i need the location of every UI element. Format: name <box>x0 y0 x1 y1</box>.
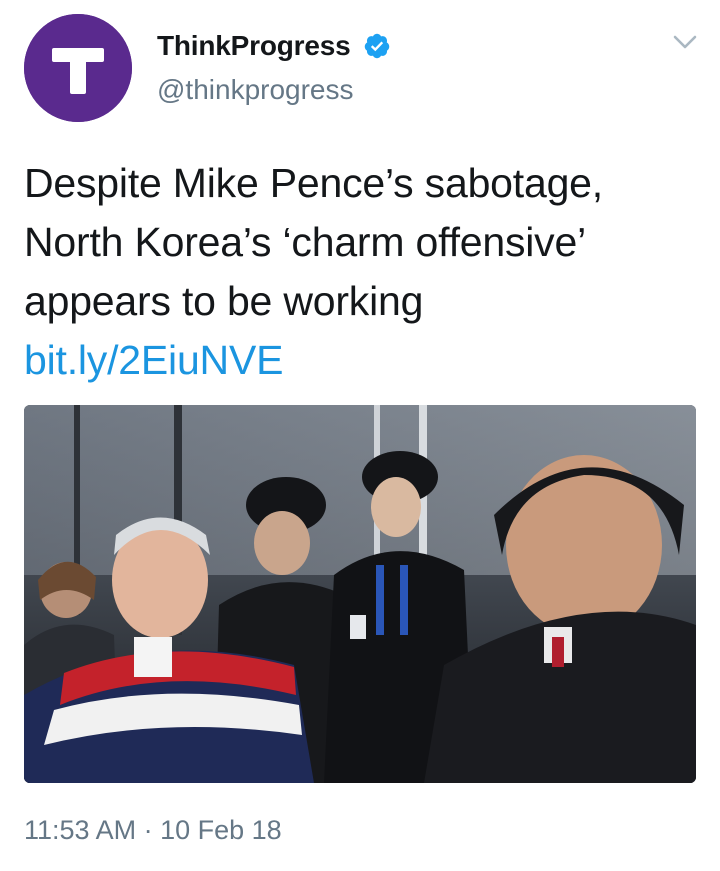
thinkprogress-logo-icon <box>24 14 132 122</box>
tweet-text-line: Despite Mike Pence’s sabotage, <box>24 160 603 206</box>
account-name[interactable]: ThinkProgress <box>157 30 351 62</box>
verified-badge-icon <box>364 33 390 59</box>
tweet-link[interactable]: bit.ly/2EiuNVE <box>24 331 704 390</box>
photo-image <box>24 405 696 783</box>
tweet-card[interactable]: ThinkProgress @thinkprogress Despite Mik… <box>0 0 720 871</box>
tweet-text-line: North Korea’s ‘charm offensive’ <box>24 219 586 265</box>
tweet-timestamp[interactable]: 11:53 AM · 10 Feb 18 <box>24 815 282 846</box>
tweet-text: Despite Mike Pence’s sabotage, North Kor… <box>24 154 704 390</box>
account-handle[interactable]: @thinkprogress <box>157 74 354 106</box>
tweet-photo[interactable] <box>24 405 696 783</box>
chevron-down-icon[interactable] <box>672 32 698 52</box>
avatar[interactable] <box>24 14 132 122</box>
tweet-text-line: appears to be working <box>24 278 424 324</box>
